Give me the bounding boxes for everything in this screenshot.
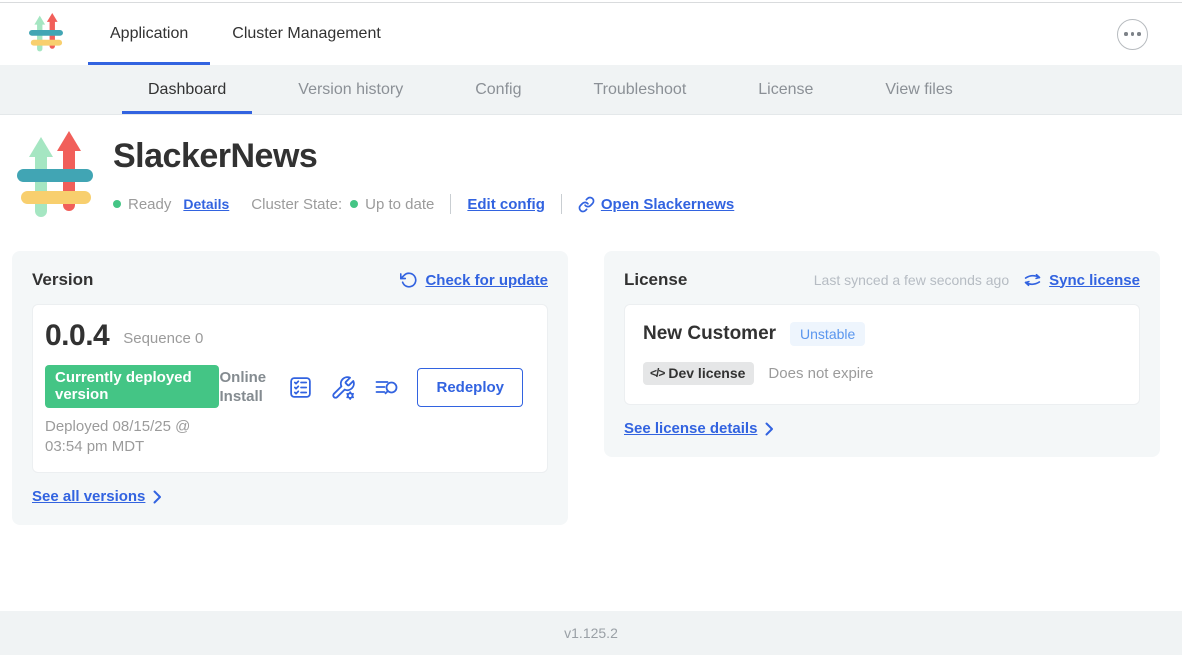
chevron-right-icon (153, 490, 162, 504)
divider (561, 194, 562, 214)
license-card-title: License (624, 270, 687, 290)
check-for-update-action[interactable]: Check for update (400, 271, 548, 289)
app-status-row: Ready Details Cluster State: Up to date … (113, 194, 734, 214)
tab-config-label: Config (475, 81, 521, 99)
tab-application-label: Application (110, 25, 188, 43)
ellipsis-menu-icon[interactable] (1117, 19, 1148, 50)
see-license-details-action[interactable]: See license details (624, 420, 1140, 437)
see-license-details-link[interactable]: See license details (624, 420, 757, 437)
channel-badge: Unstable (790, 322, 865, 346)
tab-cluster-management-label: Cluster Management (232, 25, 381, 43)
version-card-title: Version (32, 270, 93, 290)
app-status-label: Ready (128, 196, 171, 213)
license-type-badge: </> Dev license (643, 362, 754, 385)
console-version-label: v1.125.2 (564, 625, 618, 641)
cluster-state-label: Cluster State: (251, 196, 342, 213)
sync-license-link[interactable]: Sync license (1049, 272, 1140, 289)
version-actions: Online Install (219, 368, 531, 407)
tab-view-files-label: View files (885, 81, 952, 99)
license-detail-panel: New Customer Unstable </> Dev license Do… (624, 304, 1140, 405)
last-synced-label: Last synced a few seconds ago (814, 272, 1009, 288)
tab-config[interactable]: Config (439, 65, 557, 114)
check-for-update-link[interactable]: Check for update (425, 272, 548, 289)
tab-license[interactable]: License (722, 65, 849, 114)
tab-dashboard-label: Dashboard (148, 81, 226, 99)
license-expiry-label: Does not expire (768, 365, 873, 382)
sync-icon (1023, 272, 1042, 288)
license-card-header: License Last synced a few seconds ago Sy… (624, 270, 1140, 290)
view-logs-icon[interactable] (373, 376, 400, 400)
tab-troubleshoot-label: Troubleshoot (593, 81, 686, 99)
preflight-checks-icon[interactable] (288, 375, 313, 400)
app-header-text: SlackerNews Ready Details Cluster State:… (113, 131, 734, 225)
deployed-status-badge: Currently deployed version (45, 365, 219, 408)
app-logo-icon-large (15, 131, 95, 225)
license-type-label: Dev license (668, 365, 745, 381)
open-app-link[interactable]: Open Slackernews (578, 196, 734, 213)
open-app-link-label: Open Slackernews (601, 196, 734, 213)
dashboard-cards-row: Version Check for update 0.0.4 Sequence … (0, 225, 1182, 525)
top-tab-group: Application Cluster Management (88, 3, 403, 65)
license-card: License Last synced a few seconds ago Sy… (604, 251, 1160, 457)
refresh-icon (400, 271, 418, 289)
tab-dashboard[interactable]: Dashboard (112, 65, 262, 114)
chevron-right-icon (765, 422, 774, 436)
external-link-icon (578, 196, 595, 213)
console-footer: v1.125.2 (0, 611, 1182, 655)
deployed-timestamp: Deployed 08/15/25 @ 03:54 pm MDT (45, 417, 219, 456)
tab-troubleshoot[interactable]: Troubleshoot (557, 65, 722, 114)
redeploy-button[interactable]: Redeploy (417, 368, 523, 407)
admin-console-page: Application Cluster Management Dashboard… (0, 0, 1182, 655)
version-number: 0.0.4 (45, 319, 109, 353)
tab-version-history-label: Version history (298, 81, 403, 99)
see-all-versions-link[interactable]: See all versions (32, 488, 145, 505)
tab-cluster-management[interactable]: Cluster Management (210, 3, 403, 65)
cluster-status-dot (350, 200, 358, 208)
app-status-dot (113, 200, 121, 208)
tab-license-label: License (758, 81, 813, 99)
page-title: SlackerNews (113, 137, 734, 176)
code-icon: </> (650, 366, 664, 380)
app-logo-icon (28, 13, 64, 55)
tab-view-files[interactable]: View files (849, 65, 988, 114)
configure-icon[interactable] (330, 375, 356, 401)
sequence-label: Sequence 0 (123, 330, 203, 347)
top-nav-spacer (403, 3, 1117, 65)
version-card: Version Check for update 0.0.4 Sequence … (12, 251, 568, 525)
install-type-label: Online Install (219, 369, 271, 407)
cluster-state-value: Up to date (365, 196, 434, 213)
edit-config-link[interactable]: Edit config (467, 196, 545, 213)
version-info: 0.0.4 Sequence 0 Currently deployed vers… (45, 319, 219, 456)
tab-version-history[interactable]: Version history (262, 65, 439, 114)
tab-application[interactable]: Application (88, 3, 210, 65)
top-nav-bar: Application Cluster Management (0, 3, 1182, 65)
status-details-link[interactable]: Details (183, 196, 229, 212)
see-all-versions-action[interactable]: See all versions (32, 488, 548, 505)
app-sub-nav: Dashboard Version history Config Trouble… (0, 65, 1182, 115)
app-header: SlackerNews Ready Details Cluster State:… (0, 115, 1182, 225)
customer-name: New Customer (643, 323, 776, 345)
current-version-panel: 0.0.4 Sequence 0 Currently deployed vers… (32, 304, 548, 473)
divider (450, 194, 451, 214)
sync-license-action[interactable]: Sync license (1023, 272, 1140, 289)
version-card-header: Version Check for update (32, 270, 548, 290)
